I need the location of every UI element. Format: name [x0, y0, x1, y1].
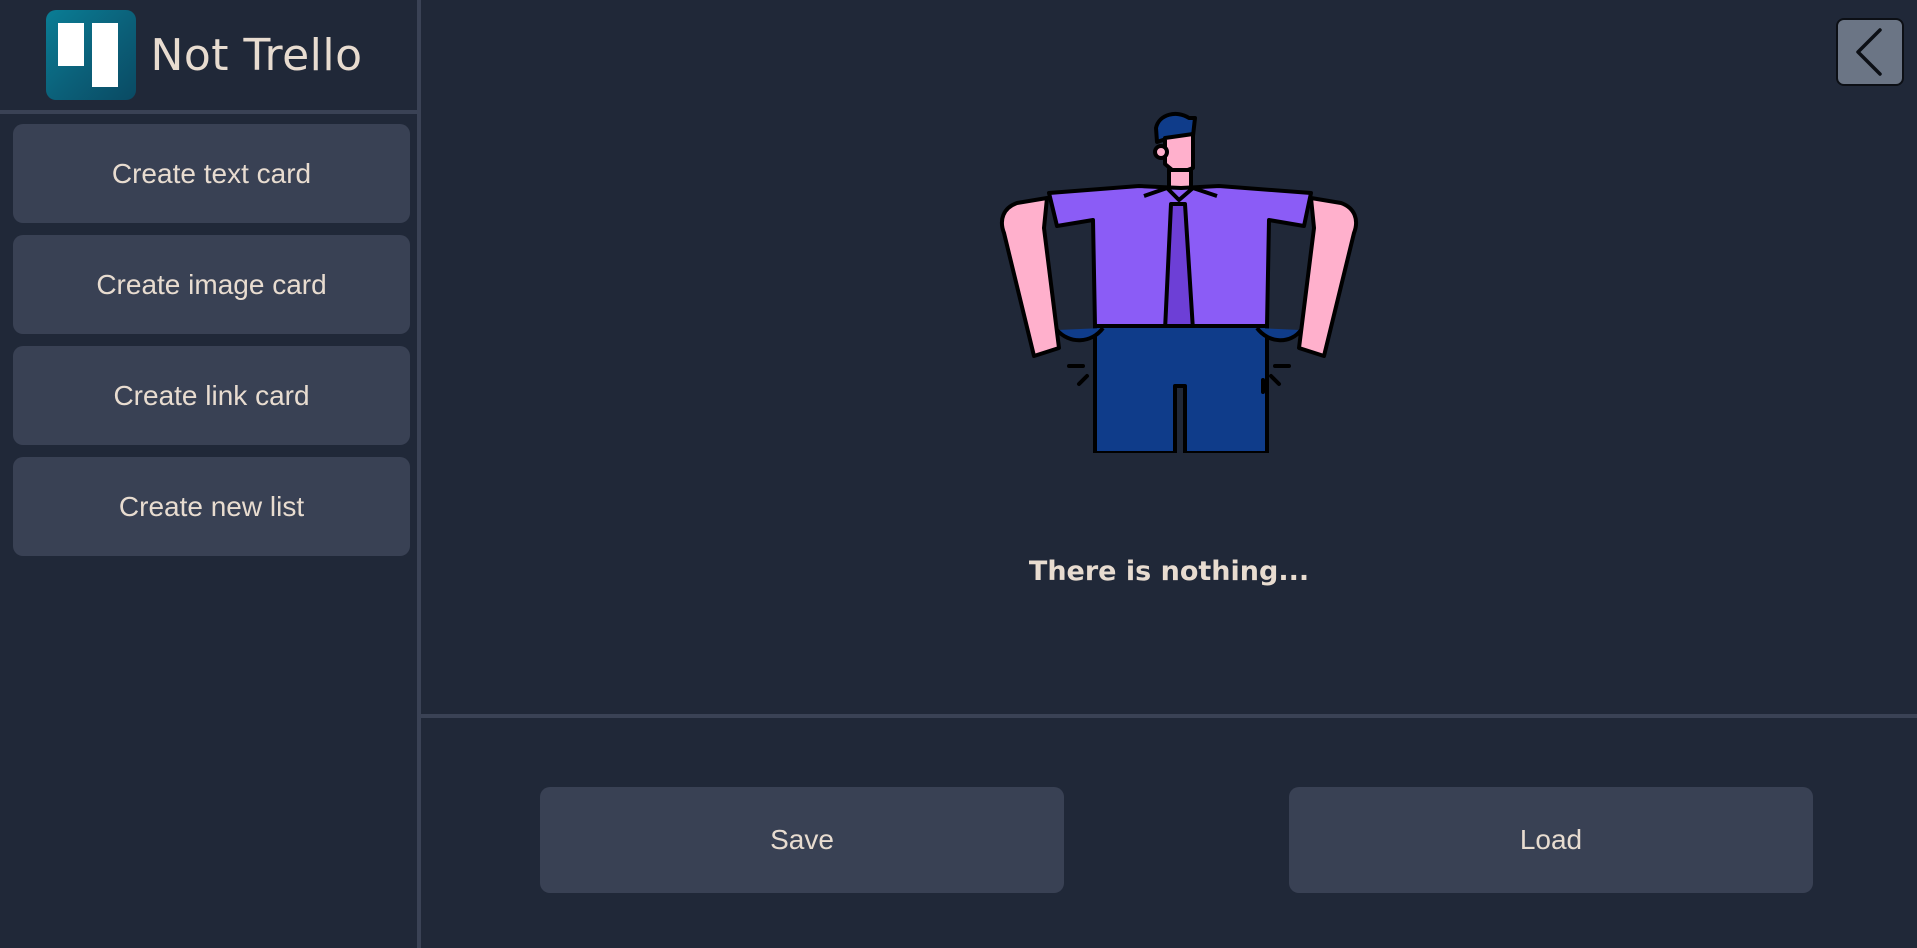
app-title: Not Trello — [150, 29, 363, 81]
sidebar: Not Trello Create text card Create image… — [0, 0, 421, 948]
main-area: There is nothing... Save Load — [421, 0, 1917, 948]
sidebar-menu: Create text card Create image card Creat… — [0, 114, 417, 556]
load-button[interactable]: Load — [1289, 787, 1813, 893]
create-new-list-button[interactable]: Create new list — [13, 457, 410, 556]
empty-state-message: There is nothing... — [1028, 556, 1310, 587]
save-button[interactable]: Save — [540, 787, 1064, 893]
app-logo-icon — [46, 10, 137, 100]
chevron-left-icon — [1856, 28, 1882, 76]
create-image-card-button[interactable]: Create image card — [13, 235, 410, 334]
back-button[interactable] — [1836, 18, 1904, 86]
empty-pockets-illustration — [999, 111, 1359, 453]
create-text-card-button[interactable]: Create text card — [13, 124, 410, 223]
brand-header: Not Trello — [0, 0, 417, 114]
footer-divider — [421, 714, 1917, 718]
create-link-card-button[interactable]: Create link card — [13, 346, 410, 445]
